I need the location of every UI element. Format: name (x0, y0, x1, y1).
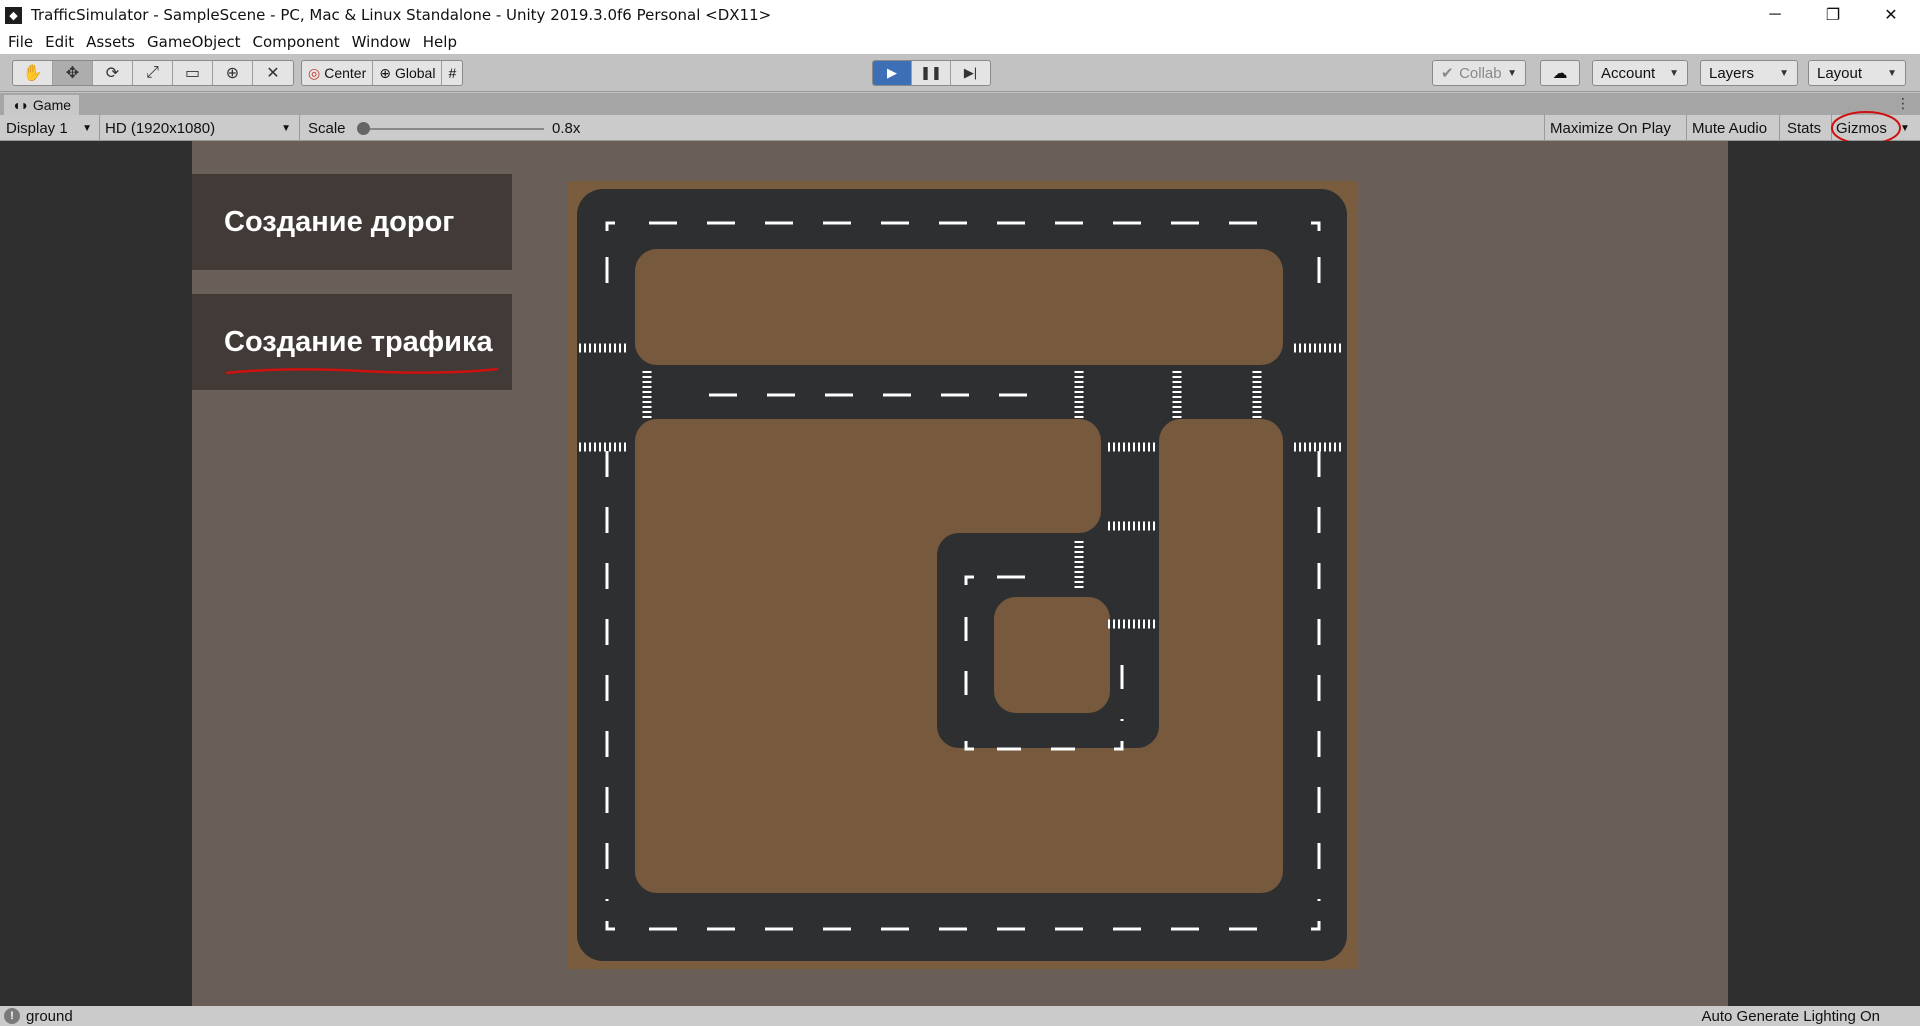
rotate-icon[interactable]: ⟳ (93, 61, 133, 85)
chevron-down-icon: ▼ (1779, 67, 1789, 79)
pivot-label: Center (324, 65, 367, 81)
mute-audio-toggle[interactable]: Mute Audio (1692, 115, 1767, 141)
collab-label: Collab (1459, 64, 1502, 82)
pivot-icon: ◎ (308, 64, 321, 81)
scale-icon[interactable]: ⤢ (133, 61, 173, 85)
minimize-button[interactable]: ─ (1746, 0, 1804, 30)
menu-component[interactable]: Component (247, 33, 346, 51)
menu-file[interactable]: File (2, 33, 39, 51)
title-bar: ◆ TrafficSimulator - SampleScene - PC, M… (0, 0, 1920, 30)
transform-icon[interactable]: ⊕ (213, 61, 253, 85)
maximize-on-play-toggle[interactable]: Maximize On Play (1550, 115, 1671, 141)
tab-game-label: Game (32, 97, 72, 113)
chevron-down-icon: ▼ (82, 122, 92, 134)
game-view: Создание дорог Создание трафика (0, 141, 1920, 1006)
unity-logo-icon: ◆ (5, 6, 22, 24)
separator (1686, 115, 1687, 141)
window-title: TrafficSimulator - SampleScene - PC, Mac… (31, 6, 772, 24)
resolution-label: HD (1920x1080) (105, 119, 216, 137)
space-label: Global (394, 65, 436, 81)
grass-block-top (635, 249, 1283, 365)
menu-gameobject[interactable]: GameObject (141, 33, 247, 51)
menu-edit[interactable]: Edit (39, 33, 80, 51)
chevron-down-icon: ▼ (1507, 67, 1517, 79)
restore-button[interactable]: ❐ (1804, 0, 1862, 30)
move-icon[interactable]: ✥ (53, 61, 93, 85)
pivot-group: ◎ Center ⊕ Global # (301, 60, 464, 86)
account-dropdown[interactable]: Account ▼ (1592, 60, 1688, 86)
scale-slider-track[interactable] (362, 128, 544, 130)
scale-label: Scale (308, 119, 346, 137)
transform-tools: ✋ ✥ ⟳ ⤢ ▭ ⊕ ✕ (12, 60, 294, 86)
main-toolbar: ✋ ✥ ⟳ ⤢ ▭ ⊕ ✕ ◎ Center ⊕ Global # ▶ ❚❚ ▶| … (0, 54, 1920, 92)
menu-help[interactable]: Help (417, 33, 463, 51)
layout-dropdown[interactable]: Layout ▼ (1808, 60, 1906, 86)
layers-label: Layers (1709, 64, 1755, 82)
menu-window[interactable]: Window (346, 33, 417, 51)
pivot-center-button[interactable]: ◎ Center (302, 61, 374, 85)
display-label: Display 1 (6, 119, 68, 137)
cloud-button[interactable]: ☁ (1540, 60, 1580, 86)
layers-dropdown[interactable]: Layers ▼ (1700, 60, 1798, 86)
pause-button[interactable]: ❚❚ (912, 61, 951, 85)
layout-label: Layout (1817, 64, 1863, 82)
stats-toggle[interactable]: Stats (1787, 115, 1821, 141)
separator (1779, 115, 1780, 141)
cloud-icon: ☁ (1552, 65, 1568, 82)
grid-icon: # (448, 65, 457, 81)
pivot-global-button[interactable]: ⊕ Global (373, 61, 443, 85)
scale-value: 0.8x (552, 119, 581, 137)
chevron-down-icon: ▼ (281, 122, 291, 134)
display-dropdown[interactable]: Display 1 ▼ (6, 115, 96, 141)
check-icon: ✔ (1441, 65, 1454, 82)
step-button[interactable]: ▶| (951, 61, 990, 85)
play-icon: ▶ (887, 65, 897, 80)
account-label: Account (1601, 64, 1656, 82)
grass-block-inner (994, 597, 1110, 713)
menu-assets[interactable]: Assets (80, 33, 141, 51)
status-message[interactable]: ground (26, 1008, 73, 1025)
scale-slider-handle[interactable] (357, 122, 370, 135)
separator (299, 115, 300, 141)
grid-snap-button[interactable]: # (442, 61, 462, 85)
gamepad-icon: ◖◗ (12, 97, 29, 113)
panel-tab-bar: ◖◗ Game ⋮ (0, 93, 1920, 115)
lighting-status: Auto Generate Lighting On (1701, 1008, 1880, 1025)
traffic-annotation-underline (225, 367, 499, 375)
step-icon: ▶| (963, 65, 978, 80)
separator (99, 115, 100, 141)
create-roads-button[interactable]: Создание дорог (192, 174, 512, 270)
resolution-dropdown[interactable]: HD (1920x1080) ▼ (105, 115, 295, 141)
status-bar: ! ground Auto Generate Lighting On (0, 1006, 1920, 1026)
game-canvas[interactable]: Создание дорог Создание трафика (192, 141, 1728, 1006)
close-button[interactable]: ✕ (1862, 0, 1920, 30)
chevron-down-icon: ▼ (1887, 67, 1897, 79)
info-icon: ! (4, 1008, 20, 1024)
pause-icon: ❚❚ (920, 65, 942, 80)
create-roads-label: Создание дорог (224, 205, 455, 238)
hand-icon[interactable]: ✋ (13, 61, 53, 85)
play-controls: ▶ ❚❚ ▶| (872, 60, 991, 86)
chevron-down-icon: ▼ (1669, 67, 1679, 79)
game-view-toolbar: Display 1 ▼ HD (1920x1080) ▼ Scale 0.8x Ma… (0, 111, 1920, 145)
create-traffic-label: Создание трафика (224, 325, 493, 358)
custom-tool-icon[interactable]: ✕ (253, 61, 293, 85)
road-map (567, 181, 1357, 969)
menu-bar: File Edit Assets GameObject Component Wi… (0, 30, 1920, 54)
globe-icon: ⊕ (379, 64, 391, 81)
collab-dropdown[interactable]: ✔ Collab ▼ (1432, 60, 1526, 86)
tab-game[interactable]: ◖◗ Game (4, 95, 80, 115)
play-button[interactable]: ▶ (873, 61, 912, 85)
window-controls: ─ ❐ ✕ (1746, 0, 1920, 30)
rect-icon[interactable]: ▭ (173, 61, 213, 85)
separator (1544, 115, 1545, 141)
